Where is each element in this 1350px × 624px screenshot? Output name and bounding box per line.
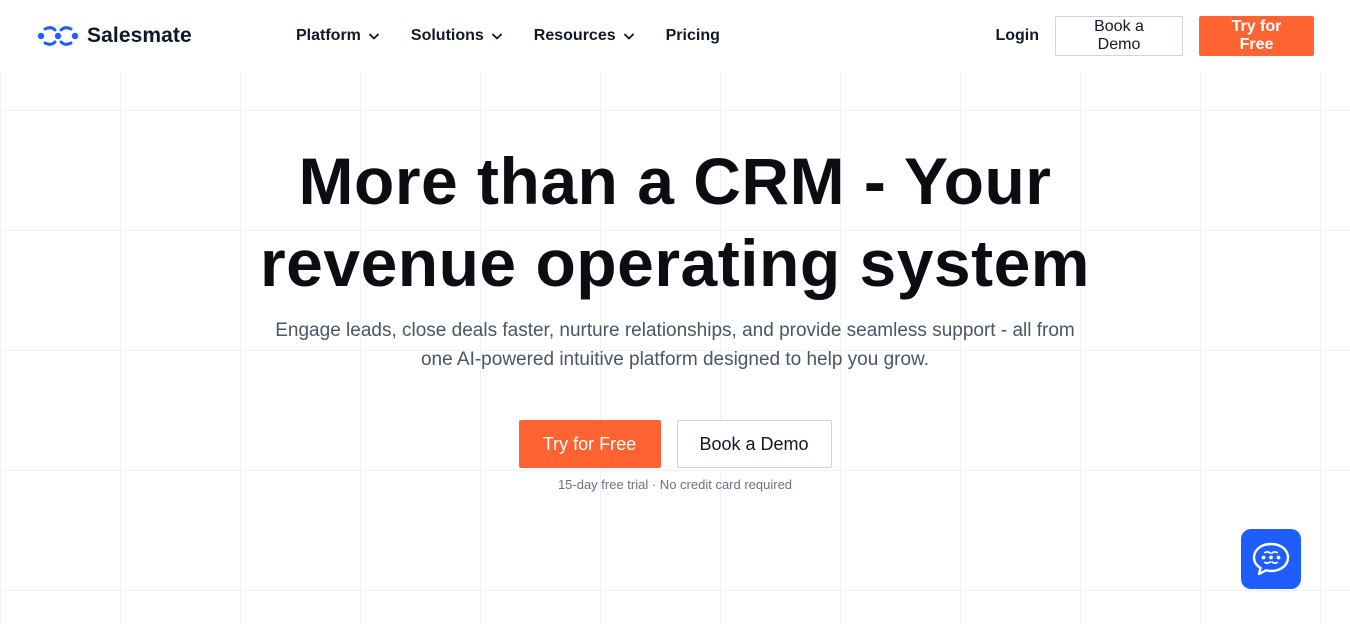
hero-title: More than a CRM - Your revenue operating… (0, 140, 1350, 304)
site-header: Salesmate Platform Solutions Resources P… (0, 0, 1350, 72)
hero-subtitle-line-2: one AI-powered intuitive platform design… (420, 349, 930, 370)
nav-item-label: Platform (296, 27, 361, 44)
hero-try-free-button[interactable]: Try for Free (518, 420, 661, 468)
brand-name: Salesmate (87, 24, 192, 47)
hero-subtitle: Engage leads, close deals faster, nurtur… (225, 316, 1125, 374)
nav-item-platform[interactable]: Platform (296, 24, 379, 48)
chevron-down-icon (491, 33, 502, 39)
header-try-free-button[interactable]: Try for Free (1199, 16, 1314, 56)
login-link[interactable]: Login (995, 27, 1039, 45)
nav-item-label: Pricing (665, 27, 720, 44)
nav-item-resources[interactable]: Resources (534, 24, 634, 48)
nav-item-label: Resources (533, 27, 616, 44)
chevron-down-icon (369, 33, 379, 39)
hero-book-demo-button[interactable]: Book a Demo (676, 420, 832, 468)
hero-title-line-2: revenue operating system (260, 226, 1090, 300)
chevron-down-icon (623, 33, 634, 39)
salesmate-logo-icon (37, 26, 79, 46)
header-actions: Login Book a Demo Try for Free (995, 16, 1314, 56)
nav-item-pricing[interactable]: Pricing (666, 24, 720, 48)
hero-title-line-1: More than a CRM - Your (298, 144, 1052, 218)
hero-subtitle-line-1: Engage leads, close deals faster, nurtur… (275, 320, 1075, 341)
hero-cta-row: Try for Free Book a Demo (0, 420, 1350, 468)
trial-note: 15-day free trial · No credit card requi… (557, 477, 793, 492)
nav-item-label: Solutions (410, 27, 484, 44)
main-nav: Platform Solutions Resources Pricing (296, 24, 720, 48)
chat-bubble-icon (1252, 542, 1290, 576)
nav-item-solutions[interactable]: Solutions (411, 24, 502, 48)
chat-widget-button[interactable] (1241, 529, 1301, 589)
header-book-demo-button[interactable]: Book a Demo (1055, 16, 1183, 56)
salesmate-logo[interactable]: Salesmate (37, 22, 192, 50)
